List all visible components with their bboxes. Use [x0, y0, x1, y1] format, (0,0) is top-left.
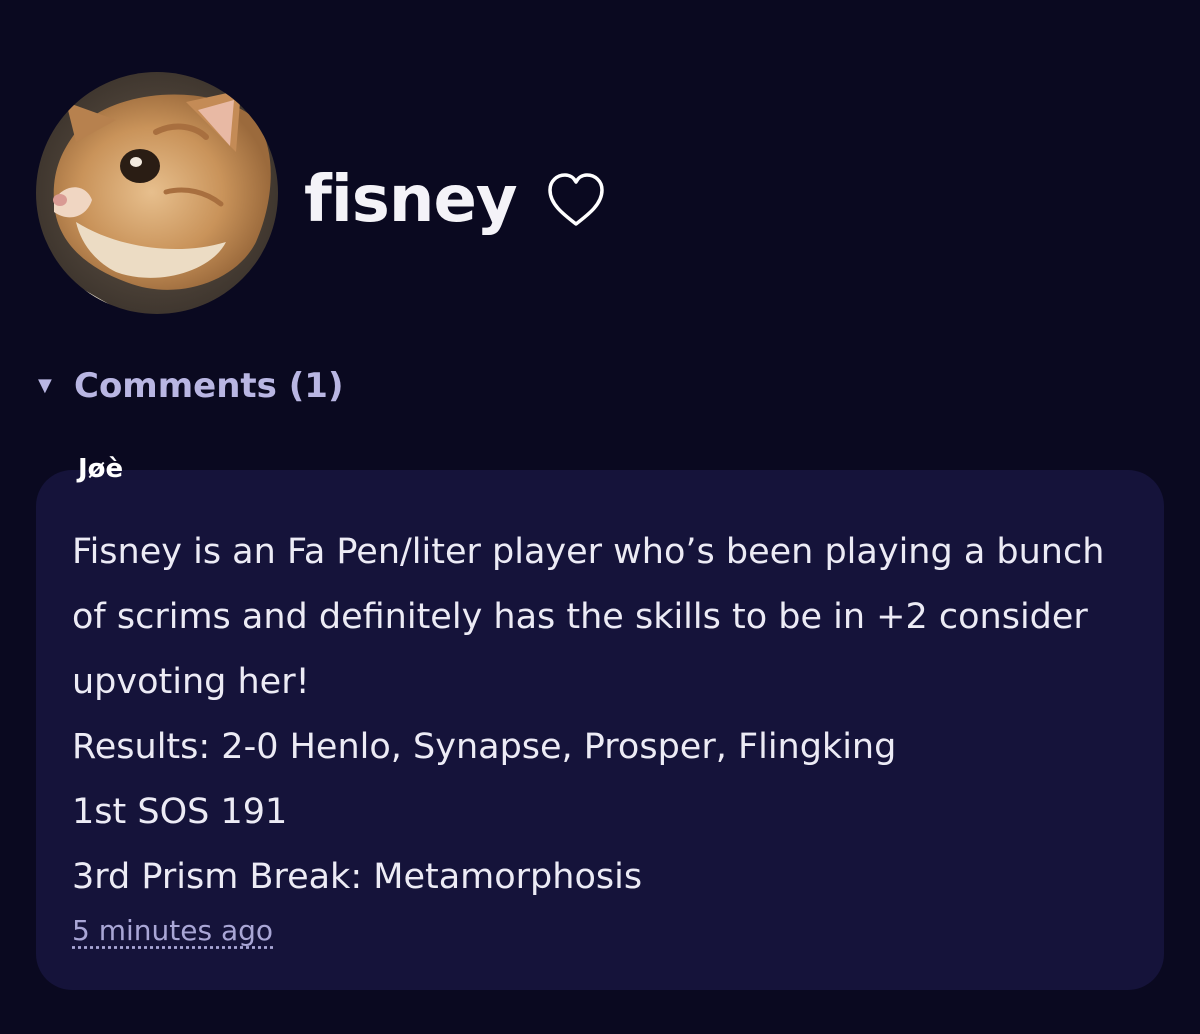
profile-header: fisney — [0, 0, 1200, 340]
heart-outline-icon[interactable] — [545, 170, 607, 230]
cat-avatar-image — [36, 72, 278, 314]
triangle-down-icon: ▼ — [38, 375, 52, 396]
username-row: fisney — [304, 150, 607, 250]
comments-toggle[interactable]: ▼ Comments (1) — [38, 366, 344, 406]
comment-card: Fisney is an Fa Pen/liter player who’s b… — [36, 470, 1164, 990]
username: fisney — [304, 163, 518, 237]
comment-body: Fisney is an Fa Pen/liter player who’s b… — [72, 532, 1105, 897]
comments-label: Comments (1) — [74, 366, 344, 406]
avatar[interactable] — [36, 72, 278, 314]
comment-timestamp[interactable]: 5 minutes ago — [72, 914, 273, 947]
comment-author[interactable]: Jøè — [78, 456, 123, 482]
